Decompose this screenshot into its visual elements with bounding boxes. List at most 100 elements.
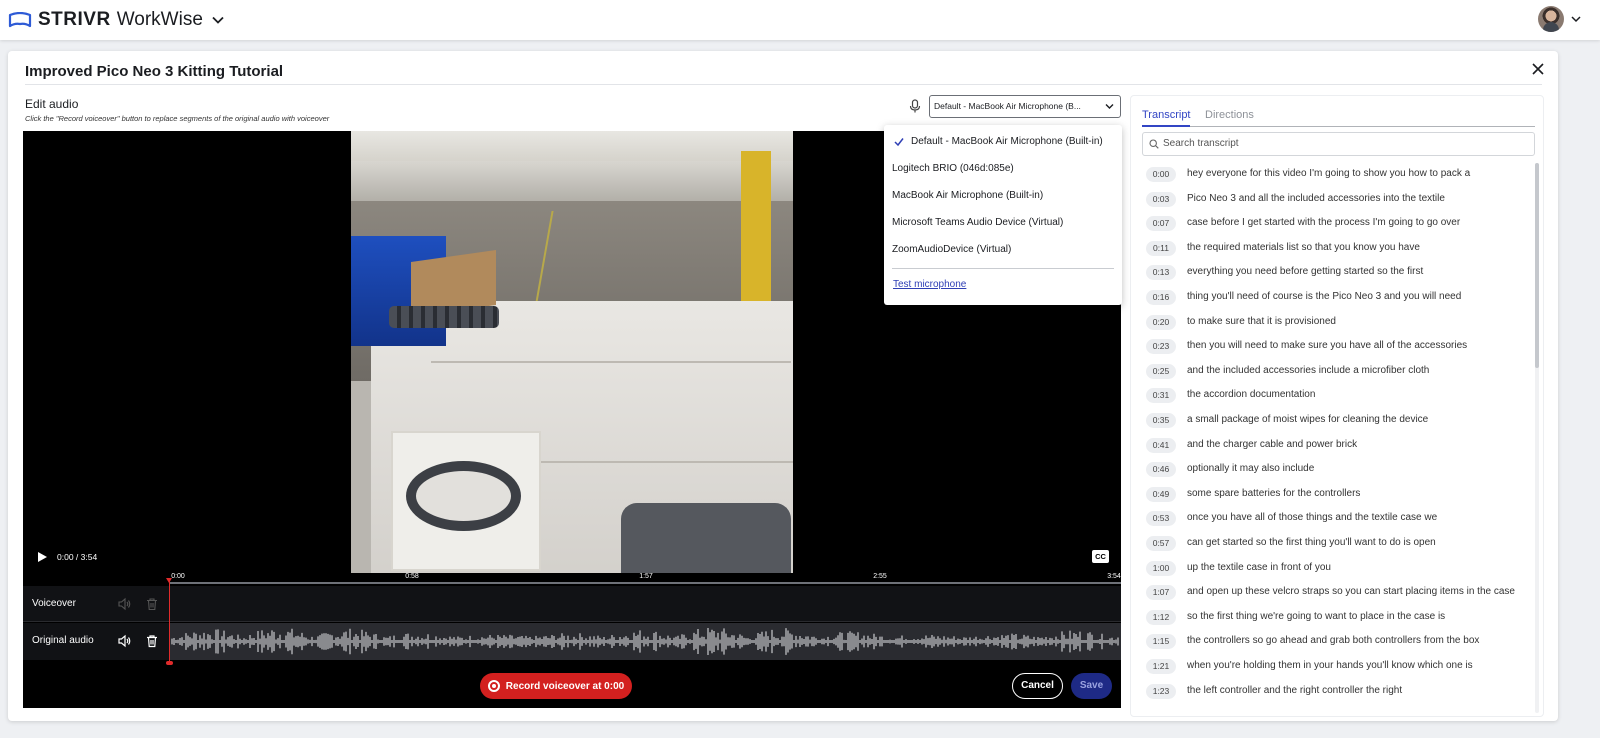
tab-directions[interactable]: Directions [1205,109,1254,121]
transcript-row[interactable]: 1:21 when you're holding them in your han… [1142,655,1527,679]
transcript-text: once you have all of those things and th… [1187,512,1438,524]
scrollbar[interactable] [1535,163,1539,713]
transcript-row[interactable]: 0:00 hey everyone for this video I'm goin… [1142,163,1527,187]
transcript-text: optionally it may also include [1187,463,1315,475]
closed-captions-button[interactable]: CC [1092,550,1109,563]
timestamp-badge[interactable]: 0:35 [1146,413,1176,428]
tab-transcript[interactable]: Transcript [1142,109,1191,121]
active-tab-indicator [1142,125,1190,127]
transcript-row[interactable]: 1:00 up the textile case in front of you [1142,557,1527,581]
timestamp-badge[interactable]: 0:13 [1146,265,1176,281]
tick-label: 1:57 [639,573,653,580]
timestamp-badge[interactable]: 1:12 [1146,609,1176,625]
microphone-option[interactable]: MacBook Air Microphone (Built-in) [892,190,1043,201]
microphone-option[interactable]: Default - MacBook Air Microphone (Built-… [911,136,1103,147]
timestamp-badge[interactable]: 1:15 [1146,634,1176,650]
timestamp-badge[interactable]: 0:31 [1146,388,1176,404]
playhead[interactable] [169,580,170,664]
transcript-row[interactable]: 0:07 case before I get started with the p… [1142,212,1527,236]
transcript-row[interactable]: 1:23 the left controller and the right co… [1142,680,1527,704]
transcript-row[interactable]: 0:53 once you have all of those things an… [1142,507,1527,531]
microphone-select[interactable]: Default - MacBook Air Microphone (B... [929,95,1121,118]
timestamp-badge[interactable]: 1:23 [1146,683,1176,699]
timestamp-badge[interactable]: 1:21 [1146,659,1176,674]
transcript-text: so the first thing we're going to want t… [1187,610,1446,622]
transcript-panel: Transcript Directions Search transcript … [1130,95,1544,717]
test-microphone-link[interactable]: Test microphone [893,279,966,290]
timeline-scrubber[interactable] [170,582,1121,584]
microphone-option[interactable]: ZoomAudioDevice (Virtual) [892,244,1011,255]
play-icon[interactable] [36,551,48,563]
transcript-text: everything you need before getting start… [1187,266,1424,278]
tick-label: 0:00 [171,573,185,580]
transcript-row[interactable]: 0:16 thing you'll need of course is the P… [1142,286,1527,310]
transcript-row[interactable]: 0:31 the accordion documentation [1142,384,1527,408]
timestamp-badge[interactable]: 0:11 [1146,240,1176,256]
timestamp-badge[interactable]: 1:00 [1146,560,1176,576]
timestamp-badge[interactable]: 0:53 [1146,511,1176,527]
transcript-text: then you will need to make sure you have… [1187,340,1468,352]
volume-icon[interactable] [117,597,131,611]
top-navigation-bar: STRIVR WorkWise [0,0,1600,40]
brand-switcher[interactable]: STRIVR WorkWise [8,0,225,40]
transcript-row[interactable]: 0:20 to make sure that it is provisioned [1142,311,1527,335]
transcript-text: to make sure that it is provisioned [1187,315,1336,327]
original-audio-lane[interactable] [170,623,1121,660]
chevron-down-icon[interactable] [1570,13,1582,25]
timestamp-badge[interactable]: 0:07 [1146,216,1176,232]
transcript-row[interactable]: 1:07 and open up these velcro straps so y… [1142,581,1527,605]
timestamp-badge[interactable]: 0:20 [1146,314,1176,330]
timestamp-badge[interactable]: 0:23 [1146,339,1176,355]
transcript-row[interactable]: 0:57 can get started so the first thing y… [1142,532,1527,556]
product-name: WorkWise [116,9,203,30]
scrollbar-thumb[interactable] [1535,163,1539,368]
avatar[interactable] [1538,6,1564,32]
transcript-row[interactable]: 0:35 a small package of moist wipes for c… [1142,409,1527,433]
timestamp-badge[interactable]: 0:00 [1146,167,1176,182]
microphone-option[interactable]: Microsoft Teams Audio Device (Virtual) [892,217,1063,228]
transcript-row[interactable]: 0:46 optionally it may also include [1142,458,1527,482]
audio-timeline: 0:00 0:58 1:57 2:55 3:54 Voiceover Origi… [23,573,1121,708]
transcript-text: and the included accessories include a m… [1187,364,1430,376]
close-icon[interactable] [1530,61,1546,77]
transcript-row[interactable]: 0:23 then you will need to make sure you … [1142,335,1527,359]
transcript-row[interactable]: 0:13 everything you need before getting s… [1142,261,1527,285]
transcript-row[interactable]: 1:15 the controllers so go ahead and grab… [1142,630,1527,654]
timestamp-badge[interactable]: 0:49 [1146,486,1176,502]
timestamp-badge[interactable]: 0:03 [1146,191,1176,207]
transcript-row[interactable]: 0:25 and the included accessories include… [1142,360,1527,384]
timeline-ruler[interactable]: 0:00 0:58 1:57 2:55 3:54 [23,573,1121,585]
timestamp-badge[interactable]: 0:25 [1146,363,1176,379]
tab-divider [1142,126,1535,127]
timestamp-badge[interactable]: 0:57 [1146,536,1176,551]
timestamp-badge[interactable]: 0:41 [1146,437,1176,453]
transcript-row[interactable]: 0:49 some spare batteries for the control… [1142,483,1527,507]
transcript-row[interactable]: 0:41 and the charger cable and power bric… [1142,434,1527,458]
record-voiceover-label: Record voiceover at 0:00 [505,680,625,692]
chevron-down-icon[interactable] [211,13,225,27]
playhead-handle[interactable] [166,661,173,665]
search-transcript-input[interactable]: Search transcript [1142,132,1535,156]
transcript-text: the left controller and the right contro… [1187,684,1403,696]
timestamp-badge[interactable]: 0:16 [1146,290,1176,305]
checkmark-icon [894,138,904,147]
transcript-row[interactable]: 0:03 Pico Neo 3 and all the included acce… [1142,188,1527,212]
trash-icon[interactable] [145,634,159,648]
timestamp-badge[interactable]: 1:07 [1146,585,1176,601]
microphone-option[interactable]: Logitech BRIO (046d:085e) [892,163,1014,174]
voiceover-track-label: Voiceover [32,598,76,609]
transcript-text: thing you'll need of course is the Pico … [1187,291,1462,302]
save-button[interactable]: Save [1071,673,1112,699]
user-menu[interactable] [1538,6,1582,32]
voiceover-lane[interactable] [170,586,1121,621]
transcript-row[interactable]: 0:11 the required materials list so that … [1142,237,1527,261]
timestamp-badge[interactable]: 0:46 [1146,462,1176,478]
video-time: 0:00 / 3:54 [57,552,98,562]
transcript-row[interactable]: 1:12 so the first thing we're going to wa… [1142,606,1527,630]
transcript-text: some spare batteries for the controllers [1187,487,1361,499]
volume-icon[interactable] [117,634,131,648]
divider [892,268,1114,269]
cancel-button[interactable]: Cancel [1012,673,1063,699]
record-voiceover-button[interactable]: Record voiceover at 0:00 [480,673,632,699]
trash-icon[interactable] [145,597,159,611]
